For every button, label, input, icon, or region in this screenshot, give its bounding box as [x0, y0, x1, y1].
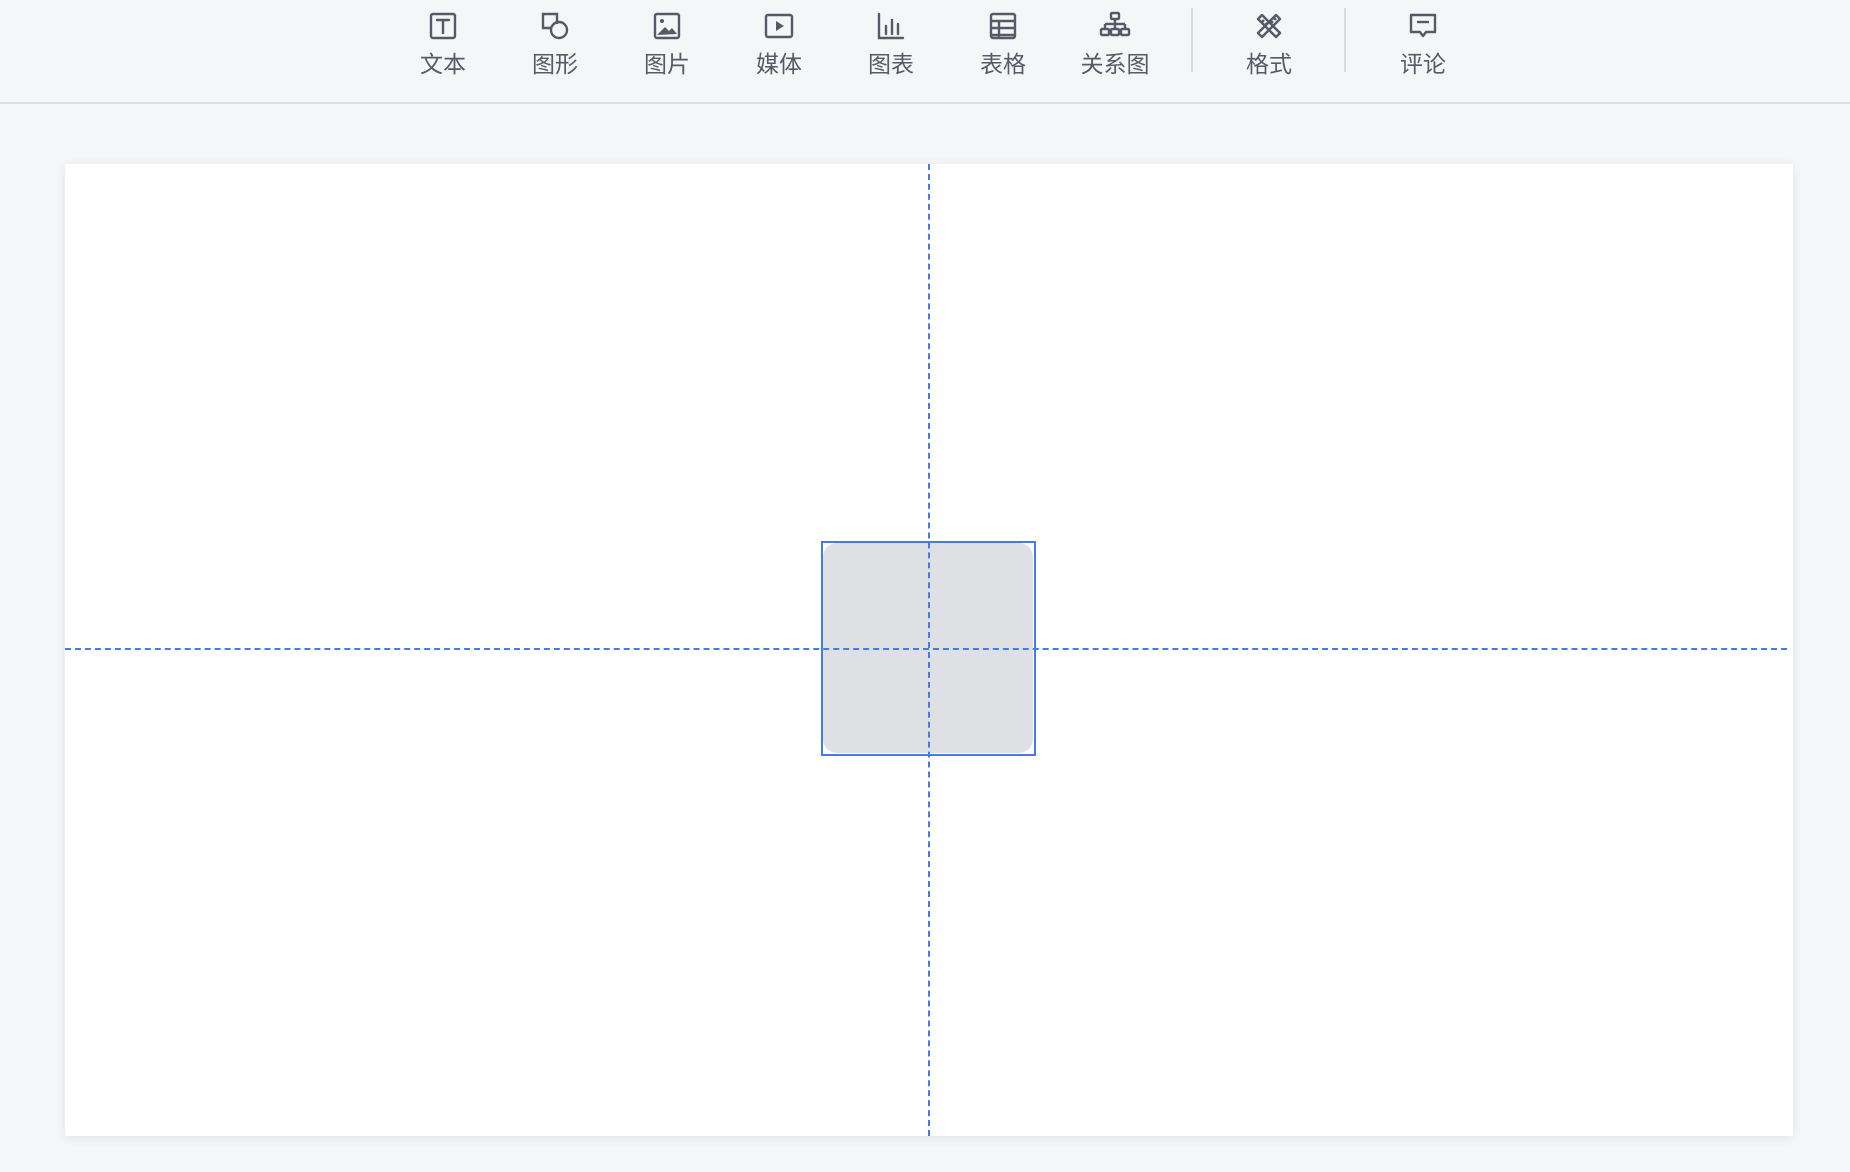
comment-icon [1407, 10, 1439, 42]
comment-tool-button[interactable]: 评论 [1373, 0, 1473, 100]
text-icon [427, 10, 459, 42]
table-tool-label: 表格 [980, 52, 1026, 78]
text-tool-button[interactable]: 文本 [393, 0, 493, 100]
format-tool-button[interactable]: 格式 [1219, 0, 1319, 100]
vertical-center-guide [928, 164, 930, 1136]
toolbar-divider [1344, 8, 1346, 72]
chart-tool-button[interactable]: 图表 [841, 0, 941, 100]
horizontal-center-guide [65, 648, 1787, 650]
toolbar: 文本 图形 图片 媒体 图表 表格 关系图 格式 评论 [0, 0, 1850, 104]
image-tool-button[interactable]: 图片 [617, 0, 717, 100]
image-tool-label: 图片 [644, 52, 690, 78]
shape-icon [539, 10, 571, 42]
comment-tool-label: 评论 [1400, 52, 1446, 78]
media-tool-label: 媒体 [756, 52, 802, 78]
table-tool-button[interactable]: 表格 [953, 0, 1053, 100]
media-icon [763, 10, 795, 42]
format-tool-label: 格式 [1246, 52, 1292, 78]
slide-canvas[interactable] [65, 164, 1793, 1136]
diagram-tool-button[interactable]: 关系图 [1065, 0, 1165, 100]
chart-tool-label: 图表 [868, 52, 914, 78]
diagram-icon [1099, 10, 1131, 42]
text-tool-label: 文本 [420, 52, 466, 78]
media-tool-button[interactable]: 媒体 [729, 0, 829, 100]
format-icon [1253, 10, 1285, 42]
image-icon [651, 10, 683, 42]
shape-tool-label: 图形 [532, 52, 578, 78]
canvas-area[interactable] [0, 104, 1850, 1172]
diagram-tool-label: 关系图 [1080, 52, 1150, 78]
chart-icon [875, 10, 907, 42]
toolbar-divider [1191, 8, 1193, 72]
shape-tool-button[interactable]: 图形 [505, 0, 605, 100]
table-icon [987, 10, 1019, 42]
